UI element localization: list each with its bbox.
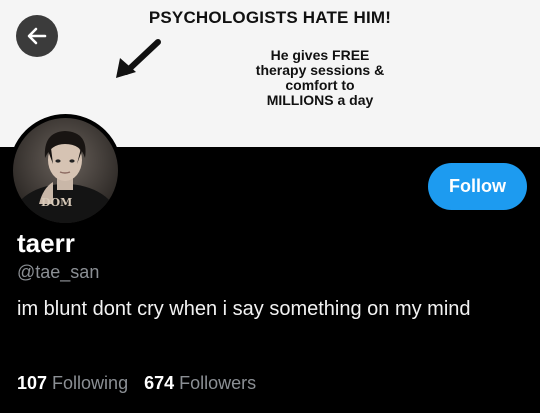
banner-line: MILLIONS a day bbox=[266, 92, 374, 108]
profile-bio: im blunt dont cry when i say something o… bbox=[17, 298, 471, 320]
banner-line: He gives FREE bbox=[270, 47, 370, 63]
following-label: Following bbox=[52, 373, 129, 393]
banner-line: comfort to bbox=[285, 77, 355, 93]
display-name: taerr bbox=[17, 228, 75, 258]
follow-button[interactable]: Follow bbox=[428, 163, 527, 210]
arrow-pointer-icon bbox=[116, 39, 161, 78]
followers-count: 674 bbox=[144, 373, 175, 393]
avatar[interactable]: DOM bbox=[9, 114, 122, 227]
followers-label: Followers bbox=[179, 373, 257, 393]
following-link[interactable]: 107 Following bbox=[17, 373, 128, 394]
arrow-left-icon bbox=[27, 27, 47, 45]
banner-line: therapy sessions & bbox=[255, 62, 385, 78]
following-count: 107 bbox=[17, 373, 48, 393]
followers-link[interactable]: 674 Followers bbox=[144, 373, 256, 394]
user-handle: @tae_san bbox=[17, 262, 100, 282]
avatar-photo: DOM bbox=[13, 118, 118, 223]
profile-stats: 107 Following 674 Followers bbox=[17, 373, 256, 394]
back-button[interactable] bbox=[16, 15, 58, 57]
banner-headline: PSYCHOLOGISTS HATE HIM! bbox=[148, 8, 392, 27]
avatar-shirt-text: DOM bbox=[41, 196, 72, 209]
banner-body: He gives FREE therapy sessions & comfort… bbox=[200, 48, 440, 108]
